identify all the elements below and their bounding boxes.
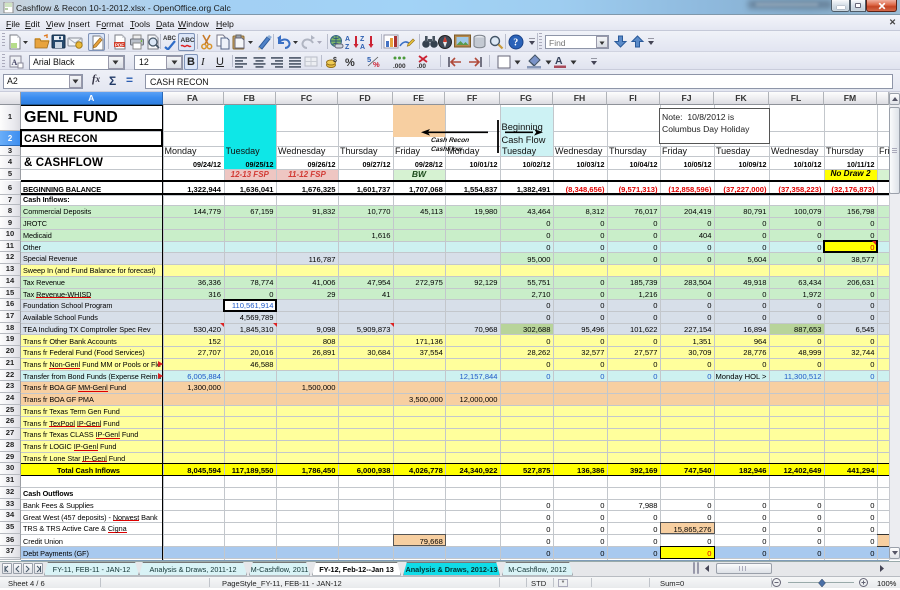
svg-text:A: A <box>345 36 350 43</box>
svg-text:A: A <box>360 44 365 50</box>
svg-text:Z: Z <box>345 44 350 50</box>
svg-text:Z: Z <box>360 36 365 43</box>
svg-text:A: A <box>555 55 563 67</box>
svg-text:?: ? <box>513 38 518 49</box>
svg-text:A: A <box>12 58 18 67</box>
svg-text:PDF: PDF <box>115 42 124 47</box>
svg-text:5: 5 <box>367 55 371 64</box>
svg-text:ABC: ABC <box>180 37 194 44</box>
svg-text:%: % <box>345 57 355 69</box>
svg-text:.00: .00 <box>417 63 426 70</box>
svg-text:.000: .000 <box>393 63 406 70</box>
svg-text:$: $ <box>333 57 337 64</box>
svg-text:%: % <box>373 60 380 69</box>
